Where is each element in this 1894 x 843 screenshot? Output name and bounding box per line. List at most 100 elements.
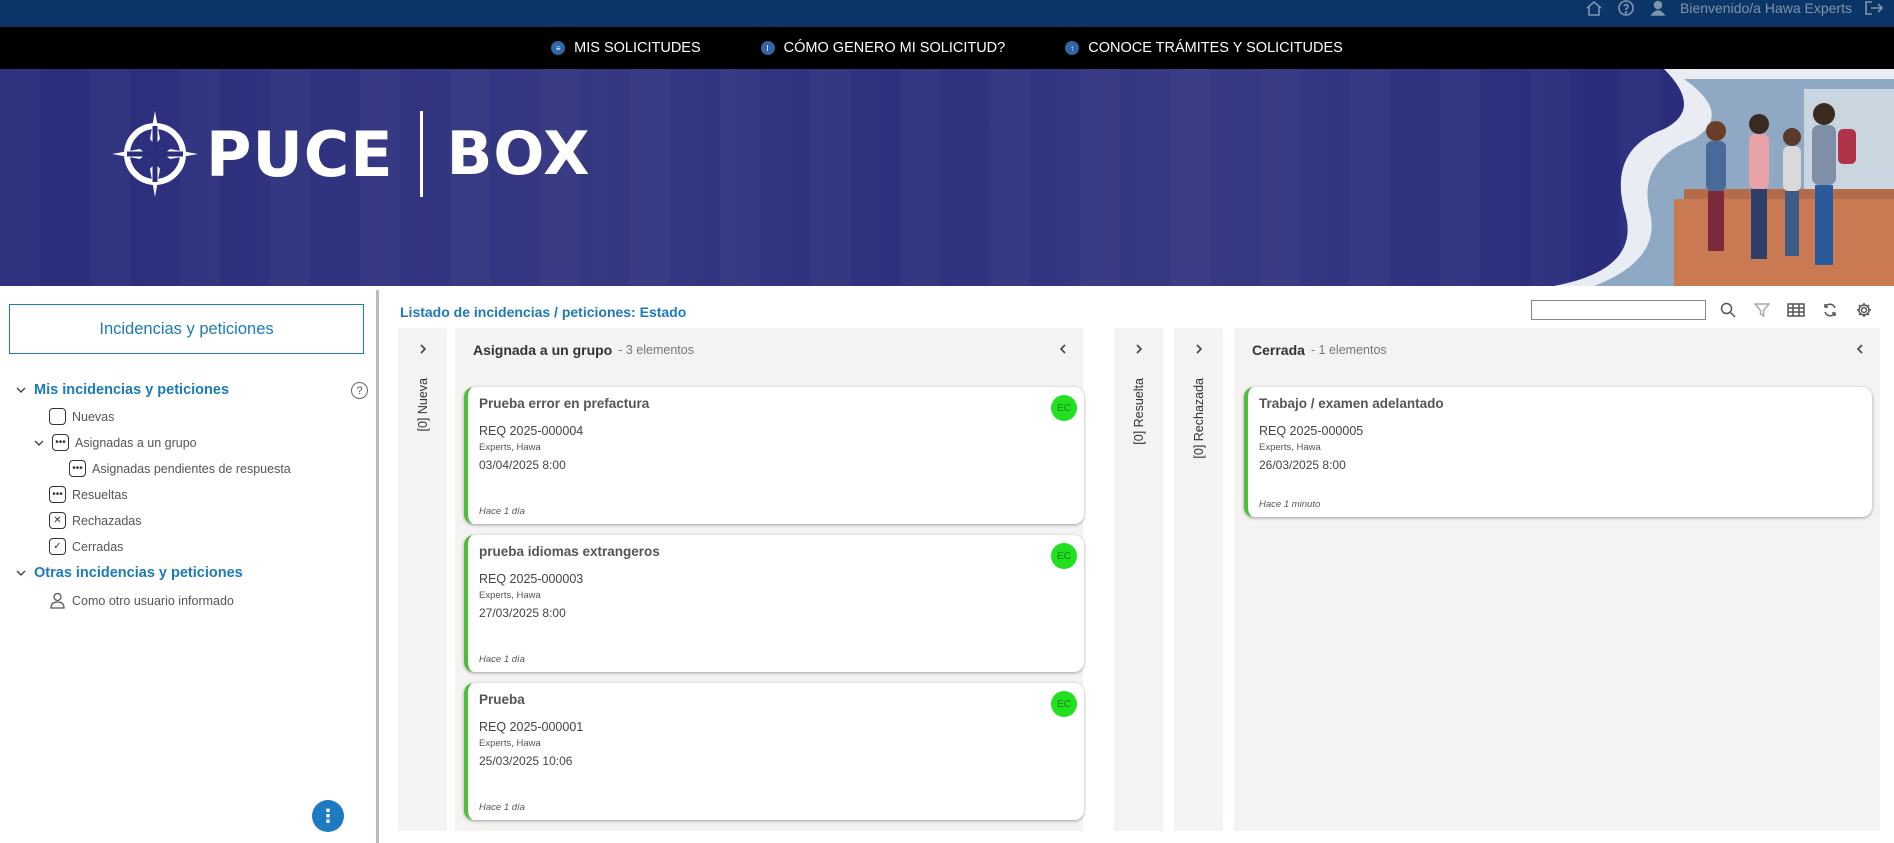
- search-icon[interactable]: [1716, 300, 1740, 320]
- tree-item-resueltas[interactable]: ••• Resueltas: [49, 486, 128, 503]
- tree-item-otro-usuario[interactable]: Como otro usuario informado: [49, 592, 234, 609]
- tree-item-asignadas[interactable]: ••• Asignadas a un grupo: [32, 434, 197, 451]
- request-card[interactable]: Trabajo / examen adelantado REQ 2025-000…: [1244, 387, 1872, 517]
- request-card[interactable]: prueba idiomas extrangeros EC REQ 2025-0…: [464, 535, 1084, 672]
- column-cerrada-count: - 1 elementos: [1310, 343, 1387, 357]
- puce-emblem-icon: [112, 111, 198, 197]
- column-nueva: [0] Nueva: [398, 328, 447, 831]
- card-age: Hace 1 día: [479, 654, 525, 665]
- card-date: 27/03/2025 8:00: [479, 606, 566, 620]
- chevron-right-icon[interactable]: [1114, 342, 1163, 360]
- card-user: Experts, Hawa: [479, 738, 541, 749]
- tree-item-nuevas[interactable]: Nuevas: [49, 408, 114, 425]
- sidebar-title[interactable]: Incidencias y peticiones: [9, 304, 364, 354]
- tree-item-label: Asignadas pendientes de respuesta: [92, 461, 291, 476]
- table-view-icon[interactable]: [1784, 300, 1808, 320]
- info-icon: i: [760, 41, 775, 55]
- column-asignada-count: - 3 elementos: [618, 343, 694, 357]
- tree-item-label: Como otro usuario informado: [72, 593, 234, 608]
- card-date: 03/04/2025 8:00: [479, 458, 566, 472]
- tree-item-label: Asignadas a un grupo: [75, 435, 197, 450]
- chevron-down-icon[interactable]: [32, 436, 46, 450]
- user-icon: [1648, 0, 1668, 16]
- nav-mis-solicitudes[interactable]: ≡ MIS SOLICITUDES: [551, 40, 701, 56]
- tree-mis-incidencias[interactable]: Mis incidencias y peticiones: [14, 382, 229, 398]
- card-title: Trabajo / examen adelantado: [1259, 396, 1444, 411]
- logout-icon[interactable]: [1864, 0, 1884, 16]
- tree-item-label: Resueltas: [72, 487, 128, 502]
- sidebar-resize-handle[interactable]: [376, 290, 379, 843]
- top-bar: Bienvenido/a Hawa Experts: [0, 0, 1894, 27]
- column-rechazada: [0] Rechazada: [1174, 328, 1223, 831]
- ellipsis-icon: •••: [52, 434, 69, 451]
- tree-item-label: Nuevas: [72, 409, 115, 424]
- chevron-left-icon[interactable]: [1854, 342, 1866, 358]
- chevron-right-icon[interactable]: [398, 342, 447, 360]
- settings-gear-icon[interactable]: [1852, 300, 1876, 320]
- tree-otras-incidencias[interactable]: Otras incidencias y peticiones: [14, 565, 243, 581]
- upload-icon: ↑: [1065, 41, 1080, 55]
- checkbox-icon: [49, 408, 66, 425]
- product-name: BOX: [446, 119, 591, 189]
- tree-item-label: Cerradas: [72, 539, 124, 554]
- tree-mis-incidencias-label: Mis incidencias y peticiones: [34, 382, 230, 398]
- puce-box-logo: PUCE BOX: [110, 109, 591, 199]
- card-req-number: REQ 2025-000005: [1259, 424, 1364, 438]
- chevron-down-icon[interactable]: [14, 383, 28, 397]
- search-input[interactable]: [1531, 300, 1706, 320]
- sidebar-tree: Mis incidencias y peticiones ? Nuevas ••…: [0, 374, 371, 614]
- column-resuelta: [0] Resuelta: [1114, 328, 1163, 831]
- column-asignada: Asignada a un grupo - 3 elementos Prueba…: [455, 328, 1084, 831]
- toolbar: [1531, 300, 1876, 320]
- main-nav: ≡ MIS SOLICITUDES i CÓMO GENERO MI SOLIC…: [0, 27, 1894, 69]
- page-title: Listado de incidencias / peticiones: Est…: [400, 304, 687, 320]
- nav-mis-solicitudes-label: MIS SOLICITUDES: [574, 40, 701, 56]
- card-date: 26/03/2025 8:00: [1259, 458, 1346, 472]
- column-cerrada-header: Cerrada - 1 elementos: [1234, 328, 1880, 372]
- tree-otras-incidencias-label: Otras incidencias y peticiones: [34, 565, 243, 581]
- top-bar-right: Bienvenido/a Hawa Experts: [1584, 0, 1884, 16]
- card-age: Hace 1 día: [479, 802, 525, 813]
- sidebar: Incidencias y peticiones Mis incidencias…: [0, 286, 371, 843]
- column-rechazada-label: [0] Rechazada: [1191, 378, 1206, 459]
- column-nueva-label: [0] Nueva: [415, 378, 430, 432]
- chevron-right-icon[interactable]: [1174, 342, 1223, 360]
- request-card[interactable]: Prueba EC REQ 2025-000001 Experts, Hawa …: [464, 683, 1084, 820]
- list-icon: ≡: [551, 41, 566, 55]
- ellipsis-icon: •••: [49, 486, 66, 503]
- help-icon[interactable]: [1616, 0, 1636, 16]
- help-icon[interactable]: ?: [351, 382, 368, 399]
- card-title: Prueba: [479, 692, 525, 707]
- column-cerrada-title: Cerrada: [1252, 342, 1305, 358]
- tree-item-cerradas[interactable]: ✓ Cerradas: [49, 538, 123, 555]
- nav-como-genero[interactable]: i CÓMO GENERO MI SOLICITUD?: [760, 40, 1005, 56]
- logo-separator: [419, 111, 423, 197]
- welcome-text: Bienvenido/a Hawa Experts: [1680, 0, 1852, 16]
- column-resuelta-label: [0] Resuelta: [1131, 378, 1146, 445]
- brand-name: PUCE: [206, 117, 394, 191]
- home-icon[interactable]: [1584, 0, 1604, 16]
- request-card[interactable]: Prueba error en prefactura EC REQ 2025-0…: [464, 387, 1084, 524]
- check-icon: ✓: [49, 538, 66, 555]
- tree-item-label: Rechazadas: [72, 513, 142, 528]
- card-age: Hace 1 minuto: [1259, 499, 1321, 510]
- refresh-icon[interactable]: [1818, 300, 1842, 320]
- column-asignada-header: Asignada a un grupo - 3 elementos: [455, 328, 1083, 372]
- hero-banner: PUCE BOX: [0, 69, 1894, 286]
- card-user: Experts, Hawa: [479, 590, 541, 601]
- column-cerrada: Cerrada - 1 elementos Trabajo / examen a…: [1234, 328, 1880, 831]
- more-options-button[interactable]: ⋮: [312, 800, 344, 832]
- tree-item-asignadas-pendientes[interactable]: ••• Asignadas pendientes de respuesta: [69, 460, 291, 477]
- card-req-number: REQ 2025-000003: [479, 572, 584, 586]
- card-title: prueba idiomas extrangeros: [479, 544, 660, 559]
- card-title: Prueba error en prefactura: [479, 396, 650, 411]
- chevron-down-icon[interactable]: [14, 566, 28, 580]
- chevron-left-icon[interactable]: [1057, 342, 1069, 358]
- filter-icon[interactable]: [1750, 300, 1774, 320]
- tree-item-rechazadas[interactable]: ✕ Rechazadas: [49, 512, 142, 529]
- card-age: Hace 1 día: [479, 506, 525, 517]
- ellipsis-icon: •••: [69, 460, 86, 477]
- nav-conoce-tramites[interactable]: ↑ CONOCE TRÁMITES Y SOLICITUDES: [1065, 40, 1343, 56]
- person-icon: [50, 592, 65, 609]
- card-req-number: REQ 2025-000004: [479, 424, 584, 438]
